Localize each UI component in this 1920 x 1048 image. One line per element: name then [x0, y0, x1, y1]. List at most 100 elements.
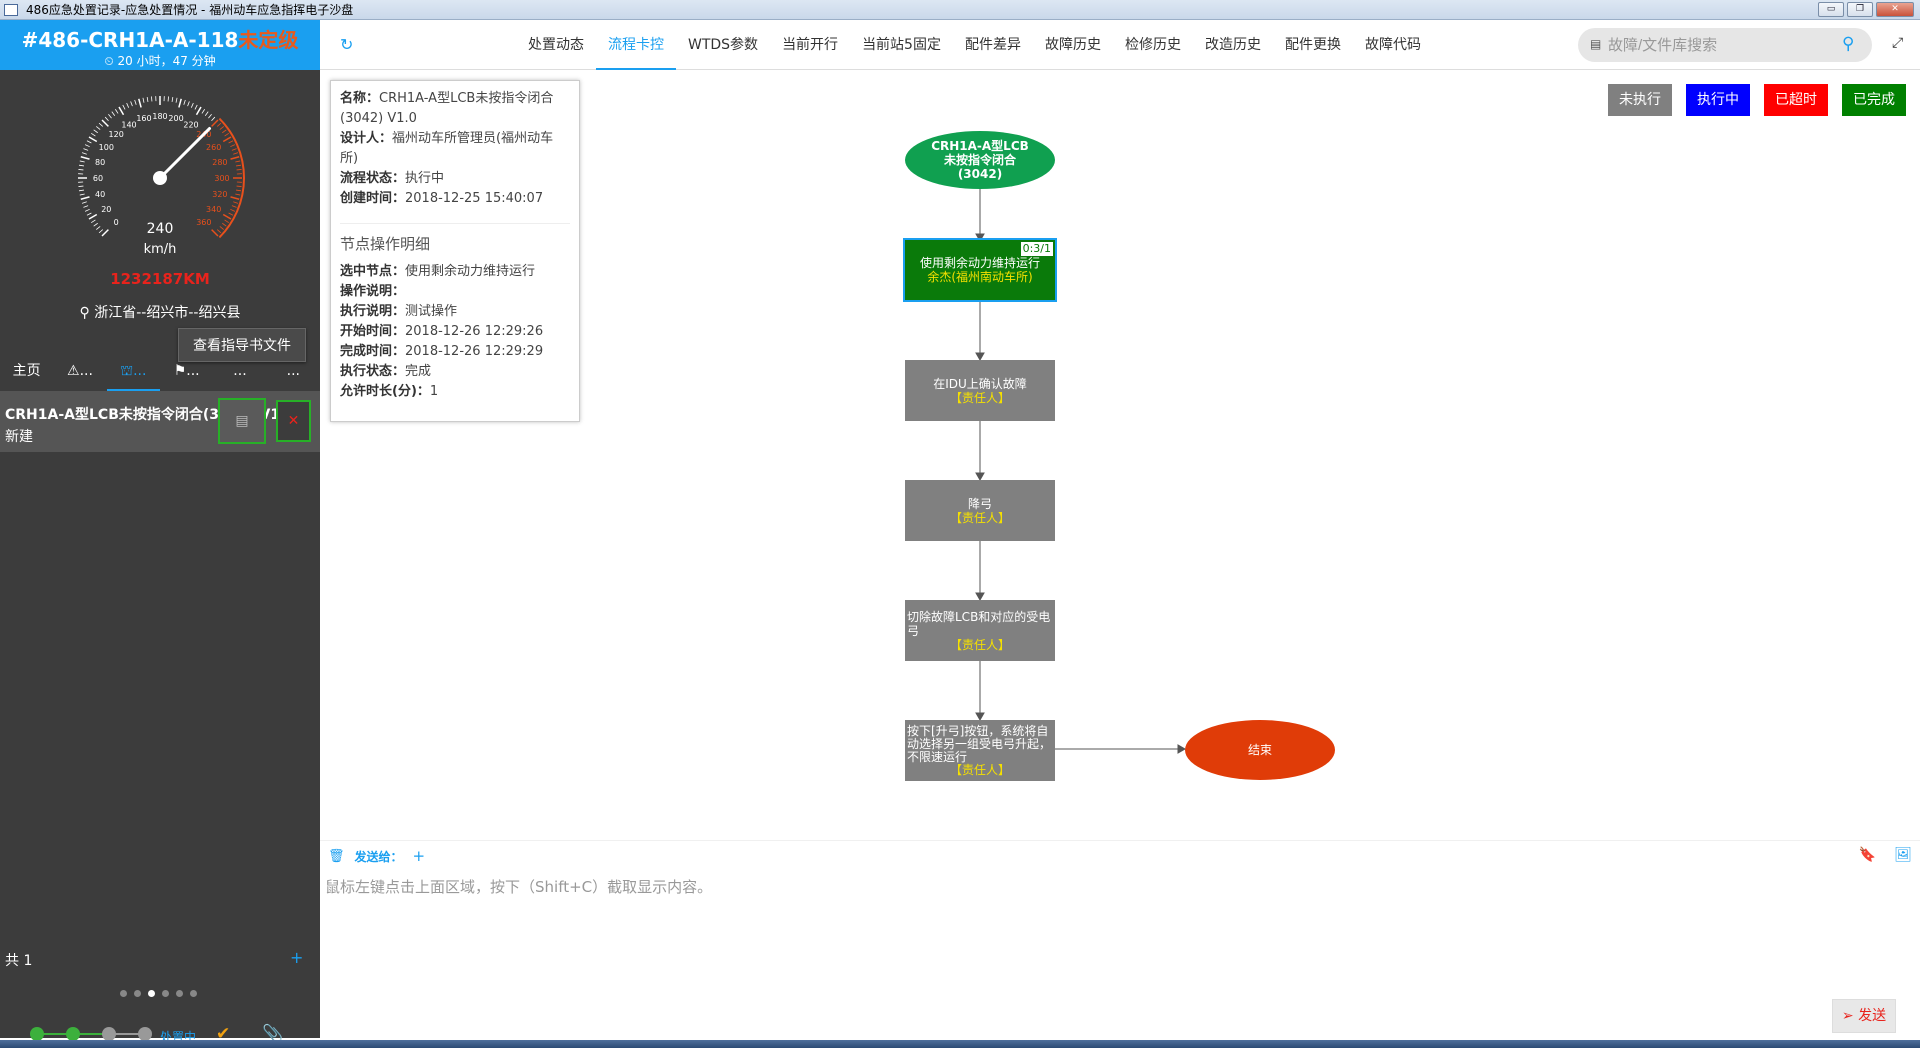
info-created-row: 创建时间：2018-12-25 15:40:07 [340, 189, 570, 209]
gauge-tick [204, 111, 209, 116]
tab-flow-control[interactable]: 流程卡控 [596, 20, 676, 70]
search-icon[interactable]: ⚲ [1842, 34, 1854, 54]
gauge-tick [190, 102, 194, 108]
gauge-tick [222, 213, 232, 220]
pager-dot[interactable] [120, 990, 127, 997]
legend-not-executed[interactable]: 未执行 [1608, 84, 1672, 116]
gauge-tick [219, 126, 224, 130]
gauge-tick [138, 98, 142, 108]
tab-current-run[interactable]: 当前开行 [770, 20, 850, 70]
add-flow-button[interactable]: + [290, 948, 303, 967]
pager-dot[interactable] [176, 990, 183, 997]
gauge-tick [211, 116, 216, 122]
info-start-value: 2018-12-26 12:29:26 [405, 324, 544, 339]
flow-list-item[interactable]: CRH1A-A型LCB未按指令闭合(3042) V1.0 新建 ▤ ✕ [0, 392, 320, 452]
legend-executing[interactable]: 执行中 [1686, 84, 1750, 116]
tab-fault-history[interactable]: 故障历史 [1033, 20, 1113, 70]
gauge-speed-unit: km/h [144, 242, 177, 257]
flow-node[interactable]: 在IDU上确认故障 【责任人】 [905, 360, 1055, 421]
left-tab-alert[interactable]: ⚠... [53, 350, 106, 391]
gauge-label: 160 [136, 114, 151, 123]
gauge-tick [228, 140, 234, 144]
legend-overtime[interactable]: 已超时 [1764, 84, 1828, 116]
gauge-tick [211, 229, 219, 237]
speed-gauge: 020 40 60 80 100 120140160180200220 240 260 280 3… [60, 78, 260, 278]
location-pin-icon: ⚲ [79, 305, 95, 321]
node-text: 使用剩余动力维持运行 [919, 256, 1040, 270]
mileage: 1232187KM [110, 270, 210, 288]
flow-start-node[interactable]: CRH1A-A型LCB未按指令闭合(3042) [905, 131, 1055, 189]
tab-parts-replace[interactable]: 配件更换 [1273, 20, 1353, 70]
progress-node [30, 1027, 44, 1041]
node-responsible: 余杰(福州南动车所) [927, 270, 1033, 284]
gauge-tick [81, 152, 87, 155]
gauge-label: 100 [99, 143, 114, 152]
flow-node[interactable]: 按下[升弓]按钮，系统将自动选择另一组受电弓升起，不限速运行 【责任人】 [905, 720, 1055, 781]
trash-icon[interactable]: 🗑 [328, 849, 345, 864]
tab-repair-history[interactable]: 检修历史 [1113, 20, 1193, 70]
gauge-tick [96, 126, 101, 130]
gauge-tick [235, 160, 241, 163]
gauge-tick [88, 136, 98, 143]
info-created-label: 创建时间： [340, 191, 406, 206]
open-guide-button[interactable]: ▤ [218, 398, 266, 444]
gauge-tick [211, 119, 219, 127]
gauge-tick [230, 208, 236, 212]
pager-dot[interactable] [162, 990, 169, 997]
send-button[interactable]: ➢ 发送 [1832, 999, 1896, 1033]
left-tab-home[interactable]: 主页 [0, 350, 53, 391]
delete-flow-button[interactable]: ✕ [276, 400, 311, 442]
expand-icon[interactable]: ⤢ [1892, 35, 1903, 51]
gauge-tick [183, 99, 186, 105]
close-button[interactable]: ✕ [1876, 2, 1914, 17]
add-recipient-icon[interactable]: + [413, 847, 426, 865]
flow-end-node[interactable]: 结束 [1185, 720, 1335, 780]
message-input[interactable] [325, 876, 1905, 996]
bookmark-icon[interactable]: 🔖 [1859, 847, 1876, 863]
tab-wtds[interactable]: WTDS参数 [676, 20, 770, 70]
guide-file-tooltip: 查看指导书文件 [178, 328, 306, 362]
pager-dot[interactable] [190, 990, 197, 997]
gauge-tick [78, 189, 85, 192]
list-total: 共 1 [5, 953, 33, 969]
tab-station-5[interactable]: 当前站5固定 [850, 20, 953, 70]
gauge-tick [81, 201, 87, 204]
gauge-tick [118, 106, 125, 116]
info-allowed-label: 允许时长(分)： [340, 384, 430, 399]
gauge-tick [108, 114, 112, 119]
pager-dot[interactable] [134, 990, 141, 997]
tab-parts-diff[interactable]: 配件差异 [953, 20, 1033, 70]
tab-fault-code[interactable]: 故障代码 [1353, 20, 1433, 70]
flow-item-status: 新建 [5, 429, 33, 445]
gauge-tick [222, 129, 227, 134]
gauge-tick [233, 152, 239, 155]
flow-node-selected[interactable]: 0:3/1 使用剩余动力维持运行 余杰(福州南动车所) [903, 238, 1057, 302]
gauge-tick [79, 160, 85, 163]
flow-node[interactable]: 切除故障LCB和对应的受电弓 【责任人】 [905, 600, 1055, 661]
gauge-tick [167, 96, 169, 102]
gauge-tick [187, 101, 190, 107]
tab-mod-history[interactable]: 改造历史 [1193, 20, 1273, 70]
image-icon[interactable]: 🖼 [1894, 847, 1912, 863]
gauge-tick [91, 219, 96, 223]
os-taskbar [0, 1040, 1920, 1048]
node-responsible: 【责任人】 [949, 762, 1010, 777]
left-panel: #486-CRH1A-A-118未定级 ⏲ 20 小时，47 分钟 0 20 40 6… [0, 20, 320, 1044]
tab-dynamics[interactable]: 处置动态 [516, 20, 596, 70]
arrowhead [1177, 744, 1187, 754]
maximize-button[interactable]: ❐ [1847, 2, 1873, 17]
gauge-tick [178, 98, 182, 108]
minimize-button[interactable]: ▭ [1818, 2, 1844, 17]
pager-dot-active[interactable] [148, 990, 155, 997]
legend-completed[interactable]: 已完成 [1842, 84, 1906, 116]
flow-node[interactable]: 降弓 【责任人】 [905, 480, 1055, 541]
left-tab-flow[interactable]: ⛫... [106, 350, 160, 391]
progress-node [66, 1027, 80, 1041]
node-detail-title: 节点操作明细 [340, 223, 570, 254]
refresh-icon[interactable]: ↻ [340, 35, 353, 54]
end-node-text: 结束 [1247, 743, 1272, 757]
gauge-tick [93, 129, 98, 134]
search-input[interactable] [1608, 34, 1828, 56]
incident-level: 未定级 [238, 28, 299, 52]
info-start-row: 开始时间：2018-12-26 12:29:26 [340, 322, 570, 342]
